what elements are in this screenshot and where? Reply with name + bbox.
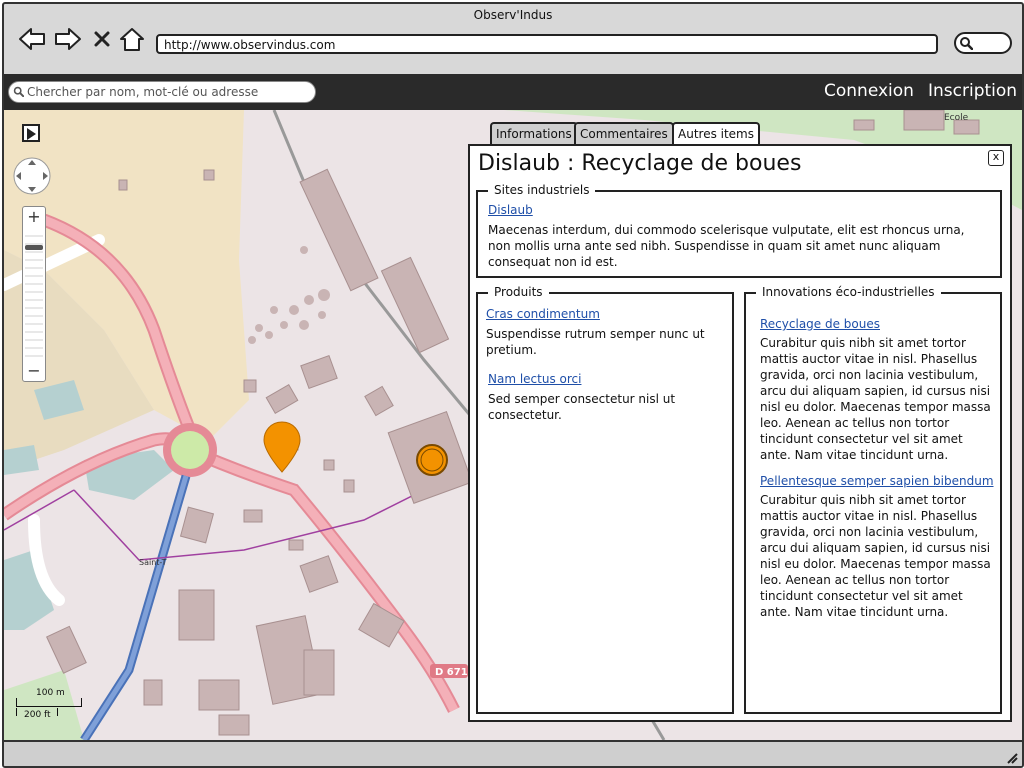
site-description: Maecenas interdum, dui commodo scelerisq… [488,223,965,269]
stop-icon[interactable] [92,26,112,52]
browser-search-field[interactable] [954,32,1012,54]
innovation-description: Curabitur quis nibh sit amet tortor matt… [760,493,991,619]
zoom-handle[interactable] [25,245,43,250]
register-link[interactable]: Inscription [928,80,1017,102]
back-arrow-icon[interactable] [18,26,46,52]
site-link-dislaub[interactable]: Dislaub [488,202,533,218]
innovation-link-pellentesque[interactable]: Pellentesque semper sapien bibendum [760,473,994,489]
school-label: Ecole [944,113,969,123]
login-link[interactable]: Connexion [824,80,914,102]
search-icon [13,86,24,97]
scale-metric: 100 m [36,688,65,698]
browser-window: Observ'Indus http://www.observindus.com … [2,2,1024,768]
home-icon[interactable] [118,26,146,52]
url-bar[interactable]: http://www.observindus.com [156,34,938,54]
road-shield-d671: D 671 [430,664,468,678]
site-circle-icon[interactable] [416,444,448,476]
zoom-in-button[interactable]: + [23,207,45,227]
product-description: Sed semper consectetur nisl ut consectet… [488,392,676,422]
sites-industriels-group: Sites industriels Dislaub Maecenas inter… [476,182,1002,278]
innovations-group: Innovations éco-industrielles Recyclage … [744,284,1002,714]
innovation-link-recyclage[interactable]: Recyclage de boues [760,316,880,332]
app-header: Chercher par nom, mot-clé ou adresse Con… [4,74,1022,110]
address-search-input[interactable]: Chercher par nom, mot-clé ou adresse [8,81,316,103]
place-label: Saint-T [139,558,167,567]
tab-autres-items[interactable]: Autres items [672,122,761,146]
location-marker-icon[interactable] [263,421,301,473]
produits-legend: Produits [488,284,549,300]
tab-informations[interactable]: Informations [490,122,578,144]
close-icon[interactable]: x [988,150,1004,166]
resize-grip-icon[interactable] [1004,750,1018,764]
window-title: Observ'Indus [473,8,553,22]
map-scale: 100 m 200 ft [14,684,84,730]
innovation-description: Curabitur quis nibh sit amet tortor matt… [760,336,991,462]
zoom-control[interactable]: + − [22,206,46,382]
tab-commentaires[interactable]: Commentaires [574,122,674,144]
pan-control-icon[interactable] [12,156,52,196]
map-view[interactable]: Ecole D 671 Saint-T + − 100 m 200 ft Inf… [4,110,1022,740]
search-placeholder: Chercher par nom, mot-clé ou adresse [27,85,259,99]
innovations-legend: Innovations éco-industrielles [756,284,941,300]
produits-group: Produits Cras condimentum Suspendisse ru… [476,284,734,714]
product-link-nam[interactable]: Nam lectus orci [488,371,581,387]
road-label: D 671 [435,667,468,678]
search-icon [960,37,973,50]
play-icon[interactable] [22,124,40,142]
product-description: Suspendisse rutrum semper nunc ut pretiu… [486,327,705,357]
product-link-cras[interactable]: Cras condimentum [486,306,600,322]
forward-arrow-icon[interactable] [54,26,82,52]
status-bar [4,740,1022,766]
info-panel: Dislaub : Recyclage de boues x Sites ind… [468,144,1012,722]
zoom-out-button[interactable]: − [23,361,45,381]
scale-imperial: 200 ft [24,710,51,720]
panel-title: Dislaub : Recyclage de boues [478,151,802,176]
sites-legend: Sites industriels [488,182,596,198]
